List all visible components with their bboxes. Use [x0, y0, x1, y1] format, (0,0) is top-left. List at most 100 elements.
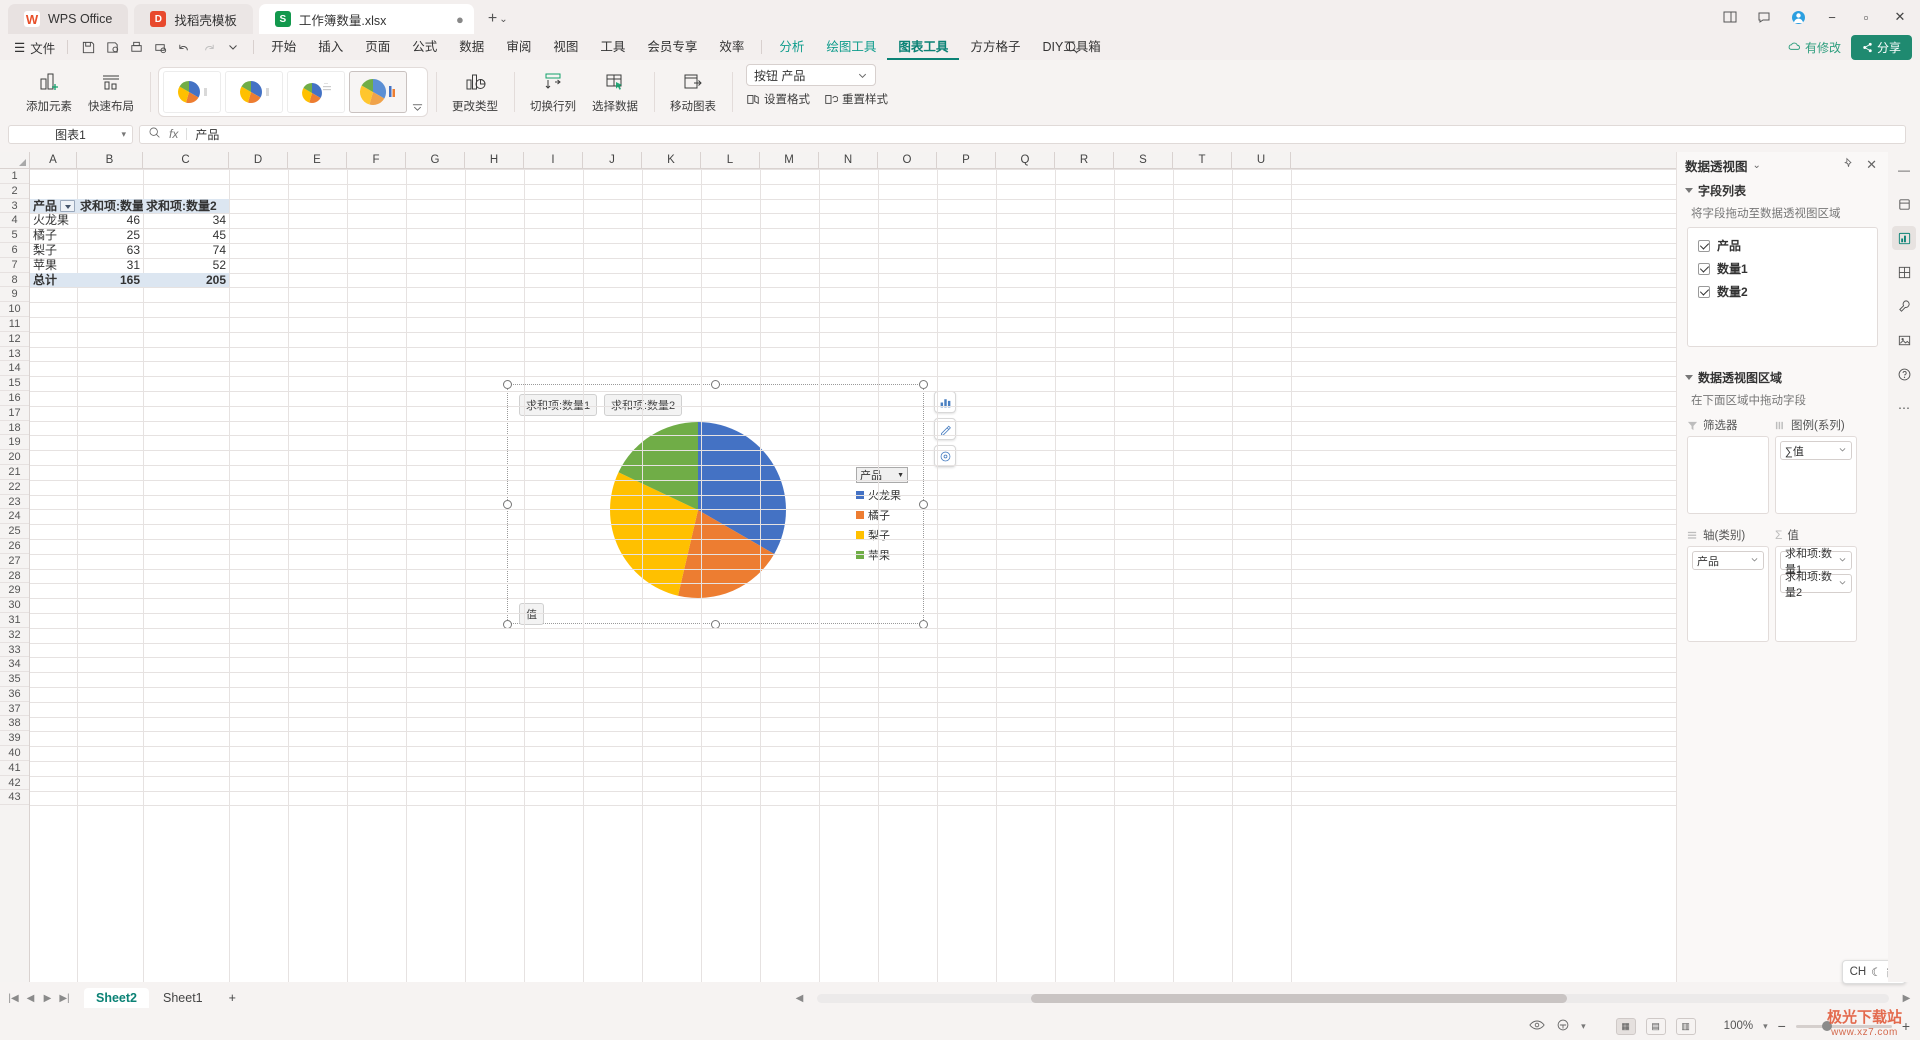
- share-button[interactable]: 分享: [1850, 34, 1912, 60]
- ribbon-tab-4[interactable]: 数据: [448, 34, 495, 60]
- file-menu-button[interactable]: ☰ 文件: [8, 38, 61, 57]
- cell-A5[interactable]: 橘子: [30, 228, 77, 243]
- formula-input[interactable]: fx 产品: [139, 124, 1906, 144]
- column-header-P[interactable]: P: [937, 152, 996, 168]
- row-header-31[interactable]: 31: [0, 613, 29, 628]
- prev-sheet-button[interactable]: ◀: [23, 993, 38, 1004]
- select-all-corner[interactable]: [0, 152, 30, 168]
- row-header-19[interactable]: 19: [0, 435, 29, 451]
- field-checkbox-1[interactable]: [1698, 262, 1710, 275]
- switch-row-column-button[interactable]: 切换行列: [522, 64, 584, 114]
- values-dropzone[interactable]: 求和项:数量1 求和项:数量2: [1775, 546, 1857, 642]
- search-zoom-icon[interactable]: [148, 126, 161, 142]
- move-chart-button[interactable]: 移动图表: [662, 64, 724, 114]
- row-header-7[interactable]: 7: [0, 258, 29, 273]
- page-break-icon[interactable]: ▥: [1675, 1017, 1696, 1035]
- row-header-15[interactable]: 15: [0, 376, 29, 391]
- hscroll-left-button[interactable]: ◀: [792, 993, 807, 1004]
- cell-B6[interactable]: 63: [77, 243, 143, 258]
- column-header-A[interactable]: A: [30, 152, 77, 168]
- cell-C7[interactable]: 52: [143, 258, 229, 273]
- picture-pane-icon[interactable]: [1892, 328, 1916, 352]
- cell-A4[interactable]: 火龙果: [30, 213, 77, 228]
- close-icon[interactable]: ✕: [1863, 157, 1880, 173]
- cell-A6[interactable]: 梨子: [30, 243, 77, 258]
- maximize-button[interactable]: ▫: [1850, 2, 1882, 32]
- value-button[interactable]: 值: [519, 603, 544, 625]
- chart-handle-n[interactable]: [711, 380, 720, 389]
- row-header-34[interactable]: 34: [0, 657, 29, 673]
- cell-C3[interactable]: 求和项:数量2: [143, 198, 229, 214]
- print-icon[interactable]: [126, 37, 147, 57]
- new-tab-button[interactable]: + ⌄: [482, 4, 514, 34]
- cell-C5[interactable]: 45: [143, 228, 229, 243]
- grid-cells[interactable]: 求和项:数量1 求和项:数量2 值 产品 ▼ 火龙果 橘子 梨子 苹果 产品 求…: [30, 169, 1676, 982]
- legend-chip-caret-icon-0[interactable]: [1838, 445, 1847, 457]
- sheet-tab-sheet2[interactable]: Sheet2: [84, 988, 149, 1008]
- chart-style-option-3[interactable]: —: [287, 71, 345, 113]
- page-layout-icon[interactable]: ▤: [1645, 1017, 1666, 1035]
- row-header-39[interactable]: 39: [0, 731, 29, 747]
- column-header-F[interactable]: F: [347, 152, 406, 168]
- account-avatar-icon[interactable]: [1782, 2, 1814, 32]
- row-header-33[interactable]: 33: [0, 643, 29, 658]
- more-icon[interactable]: ⋯: [1892, 396, 1916, 420]
- column-header-R[interactable]: R: [1055, 152, 1114, 168]
- cell-A3[interactable]: 产品: [30, 198, 77, 214]
- axis-chip-0[interactable]: 产品: [1692, 551, 1764, 570]
- row-header-28[interactable]: 28: [0, 569, 29, 584]
- minimize-pane-icon[interactable]: —: [1892, 158, 1916, 182]
- column-header-Q[interactable]: Q: [996, 152, 1055, 168]
- row-header-8[interactable]: 8: [0, 273, 29, 288]
- cell-C8[interactable]: 205: [143, 272, 229, 288]
- horizontal-scroll-thumb[interactable]: [1031, 993, 1568, 1003]
- cell-B8[interactable]: 165: [77, 272, 143, 288]
- add-sheet-button[interactable]: +: [217, 988, 248, 1008]
- row-header-30[interactable]: 30: [0, 598, 29, 613]
- field-checkbox-0[interactable]: [1698, 239, 1710, 252]
- help-icon[interactable]: [1892, 362, 1916, 386]
- print-preview-icon[interactable]: [150, 37, 171, 57]
- pin-icon[interactable]: [1839, 157, 1858, 173]
- name-box-caret-icon[interactable]: ▾: [121, 129, 126, 140]
- select-data-button[interactable]: 选择数据: [584, 64, 646, 114]
- ribbon-tab-5[interactable]: 审阅: [495, 34, 542, 60]
- zoom-level[interactable]: 100%: [1724, 1020, 1753, 1032]
- column-header-D[interactable]: D: [229, 152, 288, 168]
- area-section-header[interactable]: 数据透视图区域: [1677, 365, 1888, 390]
- row-header-37[interactable]: 37: [0, 702, 29, 717]
- ribbon-tab-7[interactable]: 工具: [589, 34, 636, 60]
- reset-style-button[interactable]: 重置样式: [824, 91, 888, 107]
- row-header-2[interactable]: 2: [0, 184, 29, 199]
- minimize-button[interactable]: −: [1816, 2, 1848, 32]
- row-header-38[interactable]: 38: [0, 716, 29, 732]
- column-header-H[interactable]: H: [465, 152, 524, 168]
- row-header-14[interactable]: 14: [0, 361, 29, 377]
- column-header-B[interactable]: B: [77, 152, 143, 168]
- cell-B3[interactable]: 求和项:数量1: [77, 198, 151, 214]
- row-header-16[interactable]: 16: [0, 391, 29, 406]
- sheet-tab-sheet1[interactable]: Sheet1: [151, 988, 215, 1008]
- row-header-36[interactable]: 36: [0, 687, 29, 702]
- values-chip-caret-icon-1[interactable]: [1838, 578, 1847, 590]
- field-item-1[interactable]: 数量1: [1688, 257, 1877, 280]
- ribbon-tab-2[interactable]: 页面: [354, 34, 401, 60]
- chart-handle-w[interactable]: [503, 500, 512, 509]
- row-header-35[interactable]: 35: [0, 672, 29, 687]
- row-header-17[interactable]: 17: [0, 406, 29, 421]
- quick-layout-button[interactable]: 快速布局: [80, 64, 142, 114]
- name-box[interactable]: 图表1 ▾: [8, 124, 133, 144]
- cell-A7[interactable]: 苹果: [30, 258, 77, 273]
- close-window-button[interactable]: ✕: [1884, 2, 1916, 32]
- ribbon-tab-3[interactable]: 公式: [401, 34, 448, 60]
- row-header-13[interactable]: 13: [0, 347, 29, 362]
- cell-pane-icon[interactable]: [1892, 260, 1916, 284]
- field-item-2[interactable]: 数量2: [1688, 280, 1877, 303]
- field-checkbox-2[interactable]: [1698, 285, 1710, 298]
- row-header-10[interactable]: 10: [0, 302, 29, 317]
- cell-C6[interactable]: 74: [143, 243, 229, 258]
- row-header-1[interactable]: 1: [0, 169, 29, 184]
- row-header-12[interactable]: 12: [0, 332, 29, 347]
- search-icon[interactable]: [1060, 36, 1082, 58]
- row-header-27[interactable]: 27: [0, 554, 29, 569]
